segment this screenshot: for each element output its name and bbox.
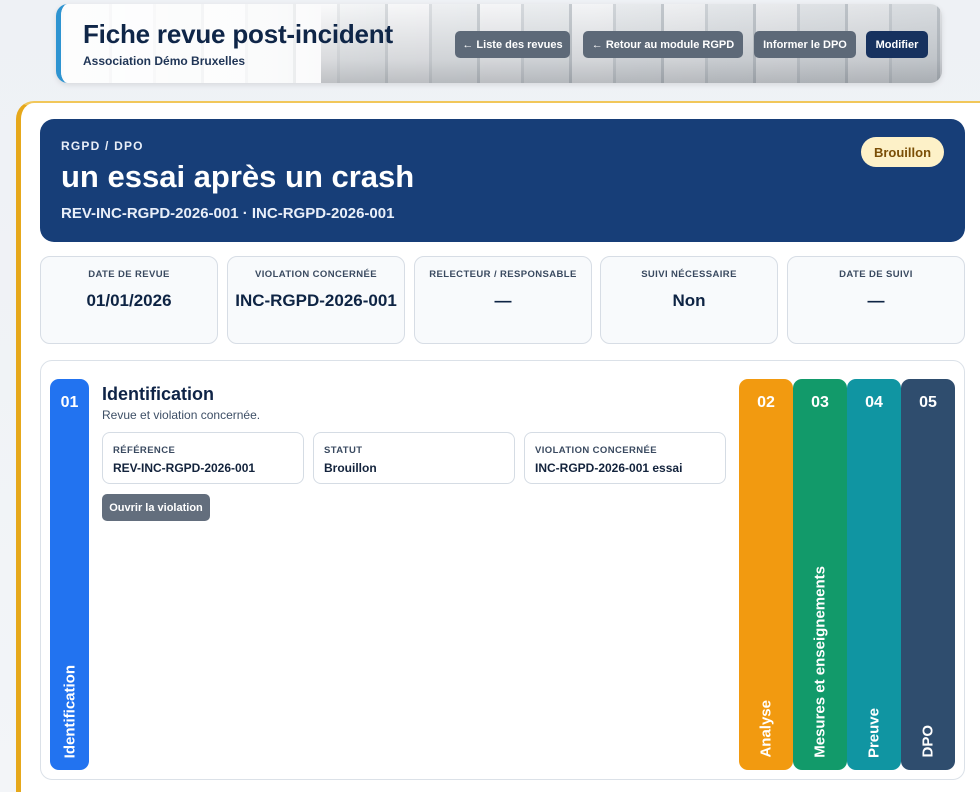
info-card-label: SUIVI NÉCESSAIRE (641, 269, 737, 280)
tab-label: DPO (919, 725, 937, 758)
back-to-rgpd-button[interactable]: ← Retour au module RGPD (583, 31, 743, 58)
field-reference: RÉFÉRENCE REV-INC-RGPD-2026-001 (102, 432, 304, 484)
tab-number: 01 (60, 394, 79, 411)
section-title: Identification (102, 384, 214, 404)
review-title: un essai après un crash (61, 159, 415, 194)
info-card-review-date: DATE DE REVUE 01/01/2026 (40, 256, 218, 344)
tab-dpo[interactable]: 05 DPO (901, 379, 955, 770)
status-badge: Brouillon (861, 137, 944, 167)
tab-analyse[interactable]: 02 Analyse (739, 379, 793, 770)
info-card-violation: VIOLATION CONCERNÉE INC-RGPD-2026-001 (227, 256, 405, 344)
info-card-value: Non (672, 291, 706, 310)
review-banner: RGPD / DPO un essai après un crash REV-I… (40, 119, 965, 242)
field-value: INC-RGPD-2026-001 essai (535, 461, 683, 475)
tab-number: 02 (757, 394, 775, 411)
review-reference: REV-INC-RGPD-2026-001 · INC-RGPD-2026-00… (61, 205, 395, 222)
info-card-value: INC-RGPD-2026-001 (235, 291, 397, 310)
organization-name: Association Démo Bruxelles (83, 54, 246, 68)
page-header: Fiche revue post-incident Association Dé… (56, 4, 942, 83)
field-label: STATUT (324, 445, 363, 456)
tab-mesures[interactable]: 03 Mesures et enseignements (793, 379, 847, 770)
open-violation-button[interactable]: Ouvrir la violation (102, 494, 210, 521)
field-status: STATUT Brouillon (313, 432, 515, 484)
info-card-label: VIOLATION CONCERNÉE (255, 269, 377, 280)
tab-number: 05 (919, 394, 937, 411)
section-description: Revue et violation concernée. (102, 408, 261, 422)
info-card-label: DATE DE SUIVI (839, 269, 913, 280)
info-card-follow-up-date: DATE DE SUIVI — (787, 256, 965, 344)
field-value: Brouillon (324, 461, 377, 475)
tab-label: Identification (61, 664, 78, 758)
tab-number: 04 (865, 394, 883, 411)
tab-number: 03 (811, 394, 829, 411)
tab-label: Preuve (865, 707, 883, 758)
inform-dpo-button[interactable]: Informer le DPO (754, 31, 856, 58)
reviews-list-button[interactable]: ← Liste des revues (455, 31, 570, 58)
info-card-label: RELECTEUR / RESPONSABLE (429, 269, 577, 280)
info-card-value: 01/01/2026 (86, 291, 172, 310)
banner-kicker: RGPD / DPO (61, 139, 144, 153)
edit-button[interactable]: Modifier (866, 31, 928, 58)
tab-label: Mesures et enseignements (811, 566, 829, 758)
field-label: RÉFÉRENCE (113, 445, 176, 456)
info-card-value: — (494, 291, 512, 310)
info-card-value: — (867, 291, 885, 310)
tab-preuve[interactable]: 04 Preuve (847, 379, 901, 770)
info-card-follow-up-needed: SUIVI NÉCESSAIRE Non (600, 256, 778, 344)
tab-label: Analyse (757, 700, 775, 758)
field-value: REV-INC-RGPD-2026-001 (113, 461, 256, 475)
page-title: Fiche revue post-incident (83, 19, 393, 49)
field-violation: VIOLATION CONCERNÉE INC-RGPD-2026-001 es… (524, 432, 726, 484)
tab-identification[interactable]: 01 Identification (50, 379, 89, 770)
info-card-reviewer: RELECTEUR / RESPONSABLE — (414, 256, 592, 344)
field-label: VIOLATION CONCERNÉE (535, 445, 657, 456)
info-card-label: DATE DE REVUE (88, 269, 170, 280)
